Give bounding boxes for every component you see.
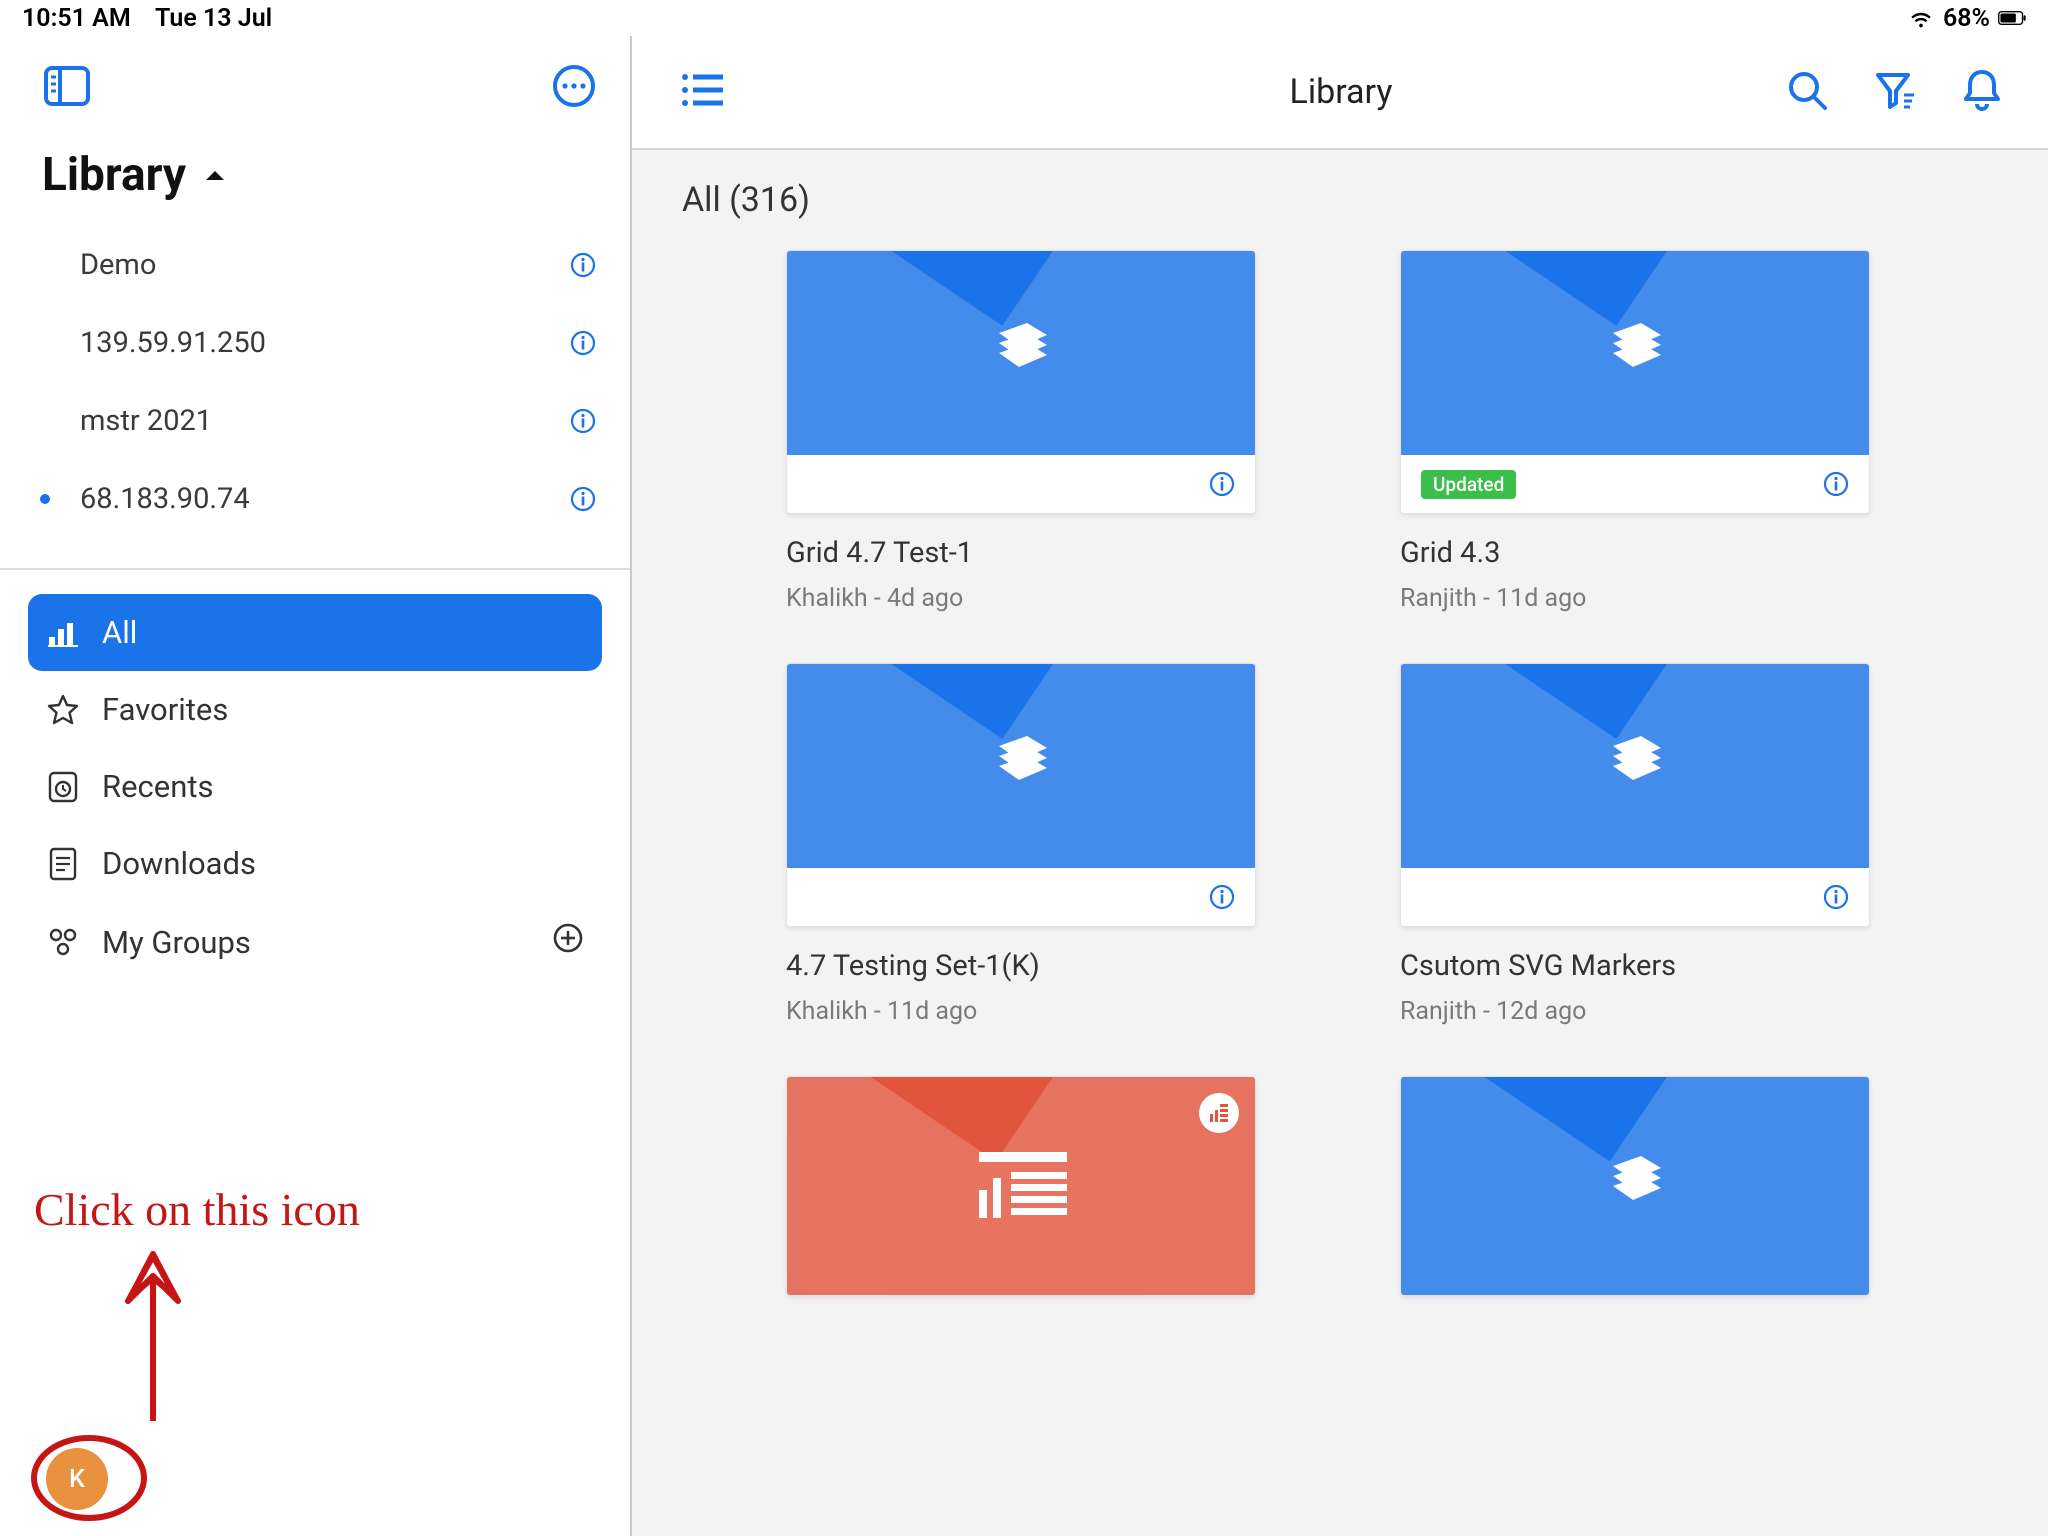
nav-label: Downloads — [102, 845, 256, 882]
active-dot-icon — [40, 494, 50, 504]
list-view-icon[interactable] — [680, 72, 724, 112]
server-list: Demo 139.59.91.250 mstr 2021 68.183.90.7… — [0, 226, 630, 570]
nav-favorites[interactable]: Favorites — [28, 671, 602, 748]
card-grid: Grid 4.7 Test-1 Khalikh - 4d ago Updated — [678, 250, 2002, 1296]
card-sub: Ranjith - 11d ago — [1400, 584, 1870, 613]
battery-icon — [1998, 8, 2026, 28]
main-header: Library — [632, 36, 2048, 150]
info-icon[interactable] — [1823, 884, 1849, 910]
sidebar-title: Library — [42, 148, 186, 202]
all-icon — [46, 616, 80, 650]
server-item[interactable]: mstr 2021 — [0, 382, 630, 460]
card-sub: Ranjith - 12d ago — [1400, 997, 1870, 1026]
main: Library All (316) — [632, 36, 2048, 1536]
info-icon[interactable] — [1823, 471, 1849, 497]
nav-recents[interactable]: Recents — [28, 748, 602, 825]
annotation-arrow-icon — [118, 1246, 188, 1426]
nav-label: Favorites — [102, 691, 228, 728]
downloads-icon — [46, 847, 80, 881]
page-title: Library — [1290, 72, 1393, 112]
wifi-icon — [1907, 8, 1935, 28]
server-name: mstr 2021 — [80, 404, 212, 438]
avatar-initial: K — [69, 1465, 85, 1494]
dossier-card[interactable]: Grid 4.7 Test-1 Khalikh - 4d ago — [786, 250, 1256, 613]
nav-label: Recents — [102, 768, 213, 805]
card-title: Csutom SVG Markers — [1400, 949, 1870, 983]
battery-percent: 68% — [1943, 4, 1990, 33]
info-icon[interactable] — [570, 330, 596, 356]
bell-icon[interactable] — [1962, 68, 2002, 116]
nav-label: My Groups — [102, 924, 251, 961]
main-body: All (316) Grid 4.7 Test-1 Khalikh - 4d a… — [632, 150, 2048, 1536]
status-date: Tue 13 Jul — [155, 4, 272, 33]
status-right: 68% — [1907, 4, 2026, 33]
nav-label: All — [102, 614, 137, 651]
card-sub: Khalikh - 11d ago — [786, 997, 1256, 1026]
updated-badge: Updated — [1421, 470, 1516, 499]
nav-all[interactable]: All — [28, 594, 602, 671]
card-title: Grid 4.3 — [1400, 536, 1870, 570]
dossier-card[interactable]: Updated Grid 4.3 Ranjith - 11d ago — [1400, 250, 1870, 613]
info-icon[interactable] — [570, 408, 596, 434]
annotation-text: Click on this icon — [34, 1183, 514, 1236]
caret-up-icon — [204, 168, 226, 182]
dossier-card[interactable]: Csutom SVG Markers Ranjith - 12d ago — [1400, 663, 1870, 1026]
status-bar: 10:51 AM Tue 13 Jul 68% — [0, 0, 2048, 36]
info-icon[interactable] — [1209, 471, 1235, 497]
server-item[interactable]: 139.59.91.250 — [0, 304, 630, 382]
server-item[interactable]: 68.183.90.74 — [0, 460, 630, 538]
filter-icon[interactable] — [1874, 69, 1916, 115]
server-name: 139.59.91.250 — [80, 326, 266, 360]
add-group-icon[interactable] — [552, 922, 584, 962]
card-title: Grid 4.7 Test-1 — [786, 536, 1256, 570]
server-name: 68.183.90.74 — [80, 482, 250, 516]
info-icon[interactable] — [570, 252, 596, 278]
nav-list: All Favorites Recents Downloads — [0, 570, 630, 982]
category-title: All (316) — [678, 180, 2002, 220]
sidebar: Library Demo 139.59.91.250 mstr 2021 68.… — [0, 36, 632, 1536]
sidebar-title-row[interactable]: Library — [0, 124, 630, 226]
nav-mygroups[interactable]: My Groups — [28, 902, 602, 982]
search-icon[interactable] — [1786, 69, 1828, 115]
status-time: 10:51 AM — [22, 4, 131, 33]
dossier-type-icon — [1199, 1093, 1239, 1133]
server-item[interactable]: Demo — [0, 226, 630, 304]
info-icon[interactable] — [1209, 884, 1235, 910]
recents-icon — [46, 770, 80, 804]
nav-downloads[interactable]: Downloads — [28, 825, 602, 902]
dossier-card[interactable] — [1400, 1076, 1870, 1296]
info-icon[interactable] — [570, 486, 596, 512]
star-icon — [46, 693, 80, 727]
avatar[interactable]: K — [46, 1448, 108, 1510]
more-icon[interactable] — [552, 64, 596, 112]
card-sub: Khalikh - 4d ago — [786, 584, 1256, 613]
dossier-card[interactable] — [786, 1076, 1256, 1296]
groups-icon — [46, 925, 80, 959]
status-left: 10:51 AM Tue 13 Jul — [22, 4, 272, 33]
dossier-card[interactable]: 4.7 Testing Set-1(K) Khalikh - 11d ago — [786, 663, 1256, 1026]
card-title: 4.7 Testing Set-1(K) — [786, 949, 1256, 983]
server-name: Demo — [80, 248, 156, 282]
collapse-sidebar-icon[interactable] — [44, 66, 90, 110]
